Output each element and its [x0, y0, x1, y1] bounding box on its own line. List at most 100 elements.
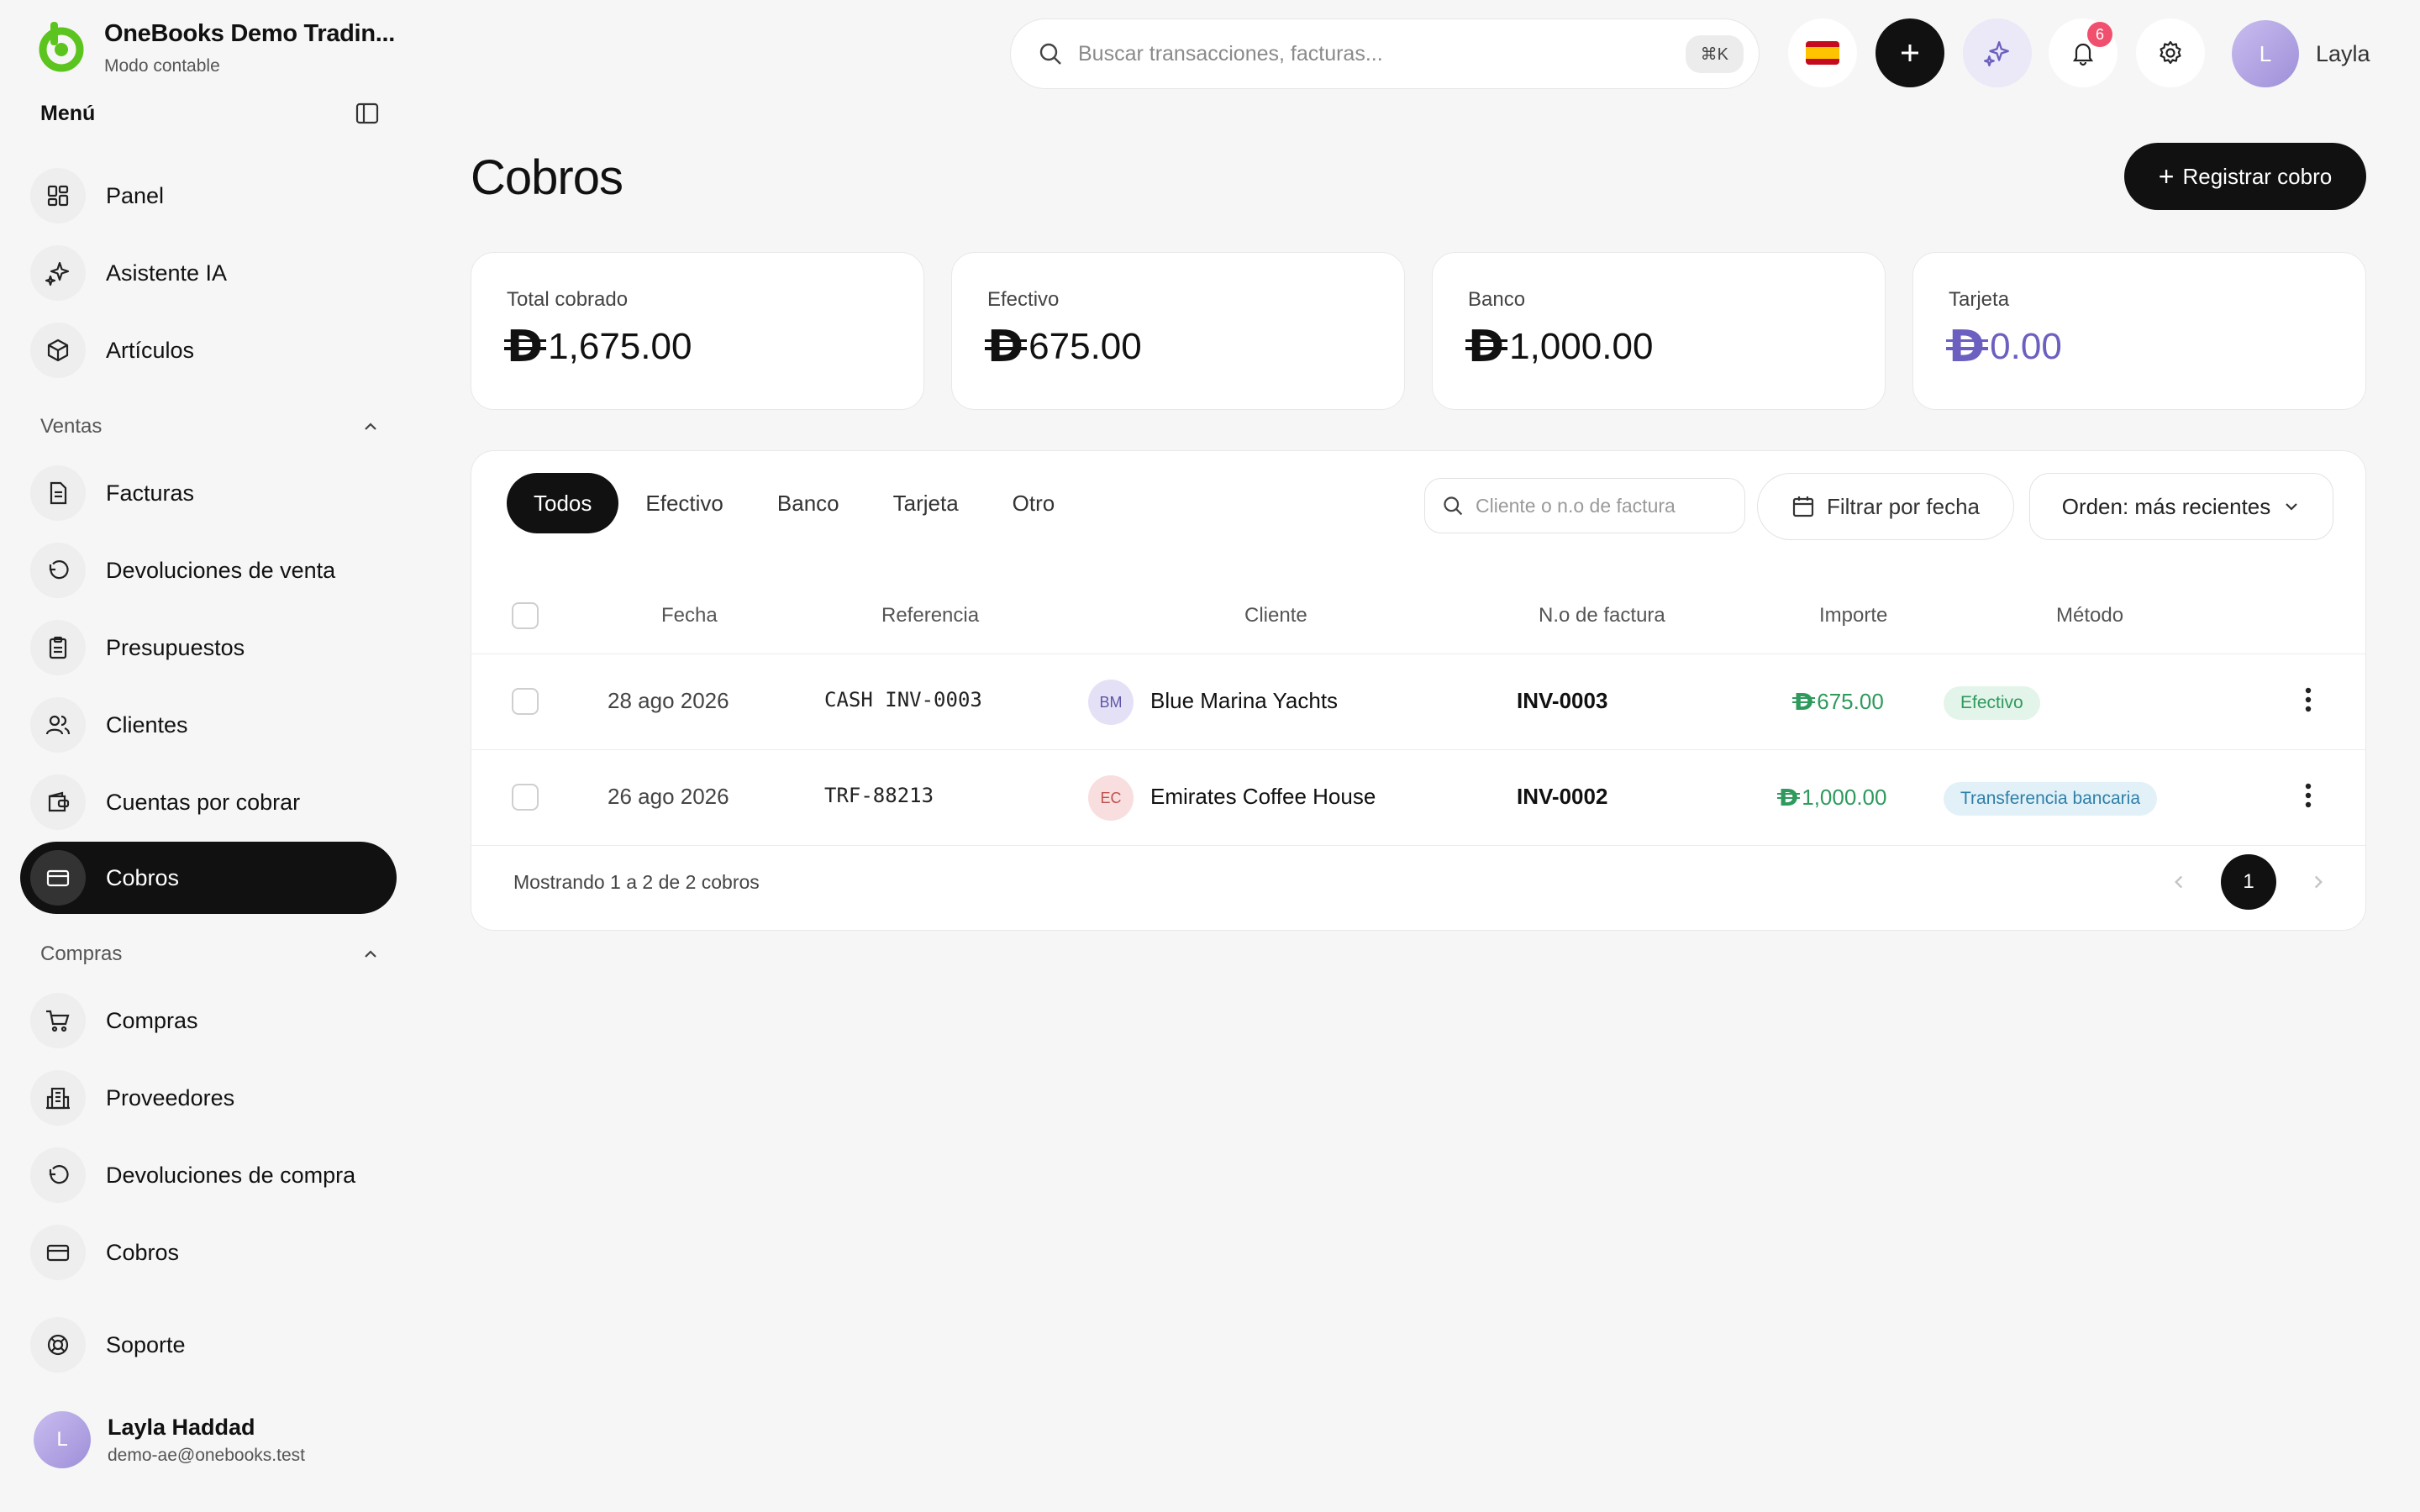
- notification-count-badge: 6: [2087, 22, 2112, 47]
- sidebar-item-sales-returns[interactable]: Devoluciones de venta: [20, 534, 397, 606]
- sidebar-item-clients[interactable]: Clientes: [20, 689, 397, 761]
- section-ventas[interactable]: Ventas: [40, 415, 380, 438]
- tab-cash[interactable]: Efectivo: [618, 473, 750, 533]
- client-search-input[interactable]: Cliente o n.o de factura: [1424, 478, 1745, 533]
- sidebar-item-label: Compras: [106, 1007, 198, 1033]
- sidebar-item-label: Proveedores: [106, 1084, 235, 1110]
- sidebar-item-invoices[interactable]: Facturas: [20, 457, 397, 529]
- tab-card[interactable]: Tarjeta: [866, 473, 986, 533]
- user-short-name: Layla: [2316, 40, 2370, 66]
- sidebar-item-articles[interactable]: Artículos: [20, 314, 397, 386]
- sort-label: Orden: más recientes: [2061, 493, 2271, 519]
- stat-card-cash: Efectivo D 675.00: [951, 252, 1405, 410]
- spain-flag-icon: [1806, 41, 1839, 65]
- sidebar-item-purchase-returns[interactable]: Devoluciones de compra: [20, 1139, 397, 1211]
- search-icon: [1039, 43, 1061, 65]
- sidebar-item-quotes[interactable]: Presupuestos: [20, 612, 397, 684]
- stat-label: Banco: [1468, 288, 1526, 311]
- stat-card-card: Tarjeta D 0.00: [1912, 252, 2366, 410]
- row-date: 28 ago 2026: [608, 688, 729, 713]
- client-avatar: EC: [1088, 775, 1134, 821]
- column-date[interactable]: Fecha: [661, 604, 718, 627]
- sidebar-item-support[interactable]: Soporte: [20, 1309, 397, 1381]
- column-reference[interactable]: Referencia: [881, 604, 979, 627]
- column-method[interactable]: Método: [2056, 604, 2123, 627]
- sort-select[interactable]: Orden: más recientes: [2029, 473, 2333, 540]
- chevron-right-icon[interactable]: [2308, 872, 2328, 892]
- stat-value: 0.00: [1990, 326, 2062, 367]
- sidebar-item-receivables[interactable]: Cuentas por cobrar: [20, 766, 397, 838]
- section-title: Compras: [40, 942, 123, 965]
- dirham-icon: D: [503, 322, 546, 372]
- sidebar-toggle-icon[interactable]: [355, 101, 380, 126]
- column-invoice[interactable]: N.o de factura: [1539, 604, 1665, 627]
- select-all-checkbox[interactable]: [512, 602, 539, 629]
- users-icon: [30, 697, 86, 753]
- language-button[interactable]: [1788, 18, 1857, 87]
- row-client[interactable]: Blue Marina Yachts: [1150, 688, 1338, 714]
- tab-bank[interactable]: Banco: [750, 473, 866, 533]
- chevron-left-icon[interactable]: [2169, 872, 2189, 892]
- sparkles-icon: [1983, 41, 2009, 67]
- sidebar-item-cobros[interactable]: Cobros: [20, 842, 397, 914]
- row-invoice[interactable]: INV-0003: [1517, 688, 1607, 714]
- row-checkbox[interactable]: [512, 784, 539, 811]
- row-client[interactable]: Emirates Coffee House: [1150, 784, 1376, 810]
- card-icon: [30, 850, 86, 906]
- quick-add-button[interactable]: [1876, 18, 1944, 87]
- sidebar-item-label: Cobros: [106, 1239, 180, 1265]
- payments-panel: Todos Efectivo Banco Tarjeta Otro Client…: [471, 450, 2366, 931]
- row-actions-icon[interactable]: [2303, 685, 2313, 715]
- table-row[interactable]: 28 ago 2026 CASH INV-0003 BM Blue Marina…: [471, 654, 2365, 750]
- sidebar-item-label: Cuentas por cobrar: [106, 789, 301, 815]
- sidebar-item-label: Devoluciones de compra: [106, 1162, 356, 1188]
- search-input[interactable]: Buscar transacciones, facturas...: [1078, 42, 1686, 66]
- plus-icon: [1902, 45, 1918, 61]
- sidebar: OneBooks Demo Tradin... Modo contable Me…: [0, 0, 412, 1512]
- date-filter-button[interactable]: Filtrar por fecha: [1757, 473, 2014, 540]
- button-label: Registrar cobro: [2182, 163, 2333, 189]
- section-compras[interactable]: Compras: [40, 942, 380, 966]
- row-date: 26 ago 2026: [608, 784, 729, 809]
- lifebuoy-icon: [30, 1317, 86, 1373]
- column-amount[interactable]: Importe: [1819, 604, 1887, 627]
- stat-value: 1,675.00: [548, 326, 692, 367]
- company-name: OneBooks Demo Tradin...: [104, 20, 395, 47]
- sidebar-item-suppliers[interactable]: Proveedores: [20, 1062, 397, 1134]
- dirham-icon: D: [1792, 688, 1816, 716]
- tab-other[interactable]: Otro: [986, 473, 1082, 533]
- ai-assistant-button[interactable]: [1963, 18, 2032, 87]
- global-search[interactable]: Buscar transacciones, facturas... ⌘K: [1010, 18, 1760, 89]
- row-amount: D 675.00: [1792, 688, 1884, 716]
- user-menu[interactable]: L Layla: [2232, 20, 2370, 87]
- row-checkbox[interactable]: [512, 688, 539, 715]
- sidebar-item-label: Presupuestos: [106, 634, 245, 660]
- stat-card-bank: Banco D 1,000.00: [1432, 252, 1886, 410]
- sidebar-item-label: Soporte: [106, 1331, 186, 1357]
- sidebar-item-purchase-payments[interactable]: Cobros: [20, 1216, 397, 1289]
- sidebar-item-ai-assistant[interactable]: Asistente IA: [20, 237, 397, 309]
- tab-all[interactable]: Todos: [507, 473, 619, 533]
- plus-icon: +: [2158, 160, 2175, 192]
- row-actions-icon[interactable]: [2303, 780, 2313, 811]
- sidebar-item-label: Devoluciones de venta: [106, 557, 336, 583]
- settings-button[interactable]: [2136, 18, 2205, 87]
- wallet-icon: [30, 774, 86, 830]
- avatar: L: [34, 1411, 91, 1468]
- method-badge: Transferencia bancaria: [1944, 782, 2157, 816]
- sidebar-item-panel[interactable]: Panel: [20, 160, 397, 232]
- cart-icon: [30, 993, 86, 1048]
- notifications-button[interactable]: 6: [2049, 18, 2118, 87]
- sidebar-item-purchases[interactable]: Compras: [20, 984, 397, 1057]
- page-button-current[interactable]: 1: [2221, 854, 2276, 910]
- onebooks-logo-icon: [39, 22, 84, 72]
- page-title: Cobros: [471, 150, 623, 205]
- register-payment-button[interactable]: + Registrar cobro: [2124, 143, 2366, 210]
- brand[interactable]: OneBooks Demo Tradin... Modo contable: [34, 18, 395, 76]
- table-row[interactable]: 26 ago 2026 TRF-88213 EC Emirates Coffee…: [471, 750, 2365, 846]
- sidebar-user[interactable]: L Layla Haddad demo-ae@onebooks.test: [34, 1411, 305, 1468]
- stat-card-total: Total cobrado D 1,675.00: [471, 252, 924, 410]
- table-header: Fecha Referencia Cliente N.o de factura …: [471, 577, 2365, 654]
- row-invoice[interactable]: INV-0002: [1517, 784, 1607, 810]
- column-client[interactable]: Cliente: [1244, 604, 1307, 627]
